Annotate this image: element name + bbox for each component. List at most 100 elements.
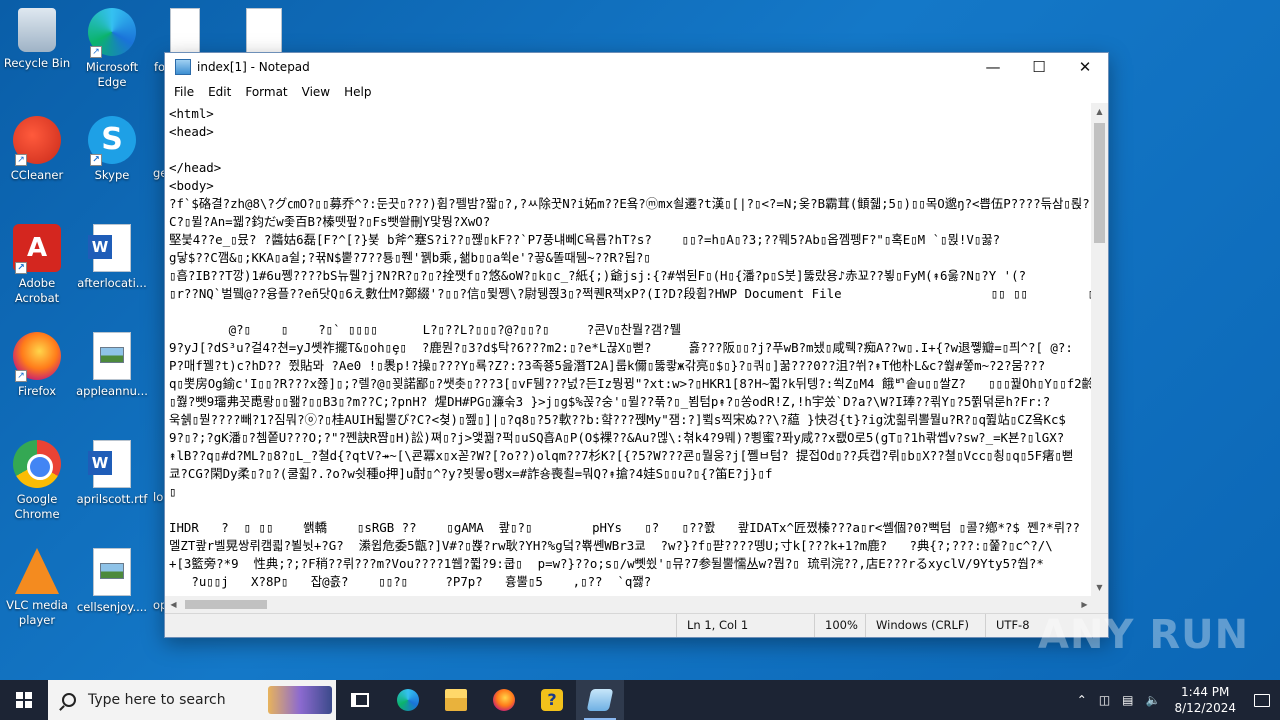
desktop-icon-google-chrome[interactable]: Google Chrome (0, 440, 74, 522)
scroll-corner (1091, 596, 1108, 613)
close-button[interactable]: ✕ (1062, 53, 1108, 81)
desktop-icon-label: Firefox (17, 384, 57, 398)
editor-line: <head> (169, 124, 214, 139)
desktop-icon-label: Google Chrome (14, 492, 60, 521)
desktop-icon-microsoft-edge[interactable]: ↗ Microsoft Edge (75, 8, 149, 90)
taskbar-installer[interactable]: ? (528, 680, 576, 720)
desktop-icon-adobe-acrobat[interactable]: A ↗ Adobe Acrobat (0, 224, 74, 306)
clock-date: 8/12/2024 (1174, 701, 1236, 715)
maximize-button[interactable]: ☐ (1016, 53, 1062, 81)
desktop-icon-label: aprilscott.rtf (76, 492, 148, 506)
scroll-down-icon[interactable]: ▼ (1091, 579, 1108, 596)
desktop-icon-recycle-bin[interactable]: Recycle Bin (0, 8, 74, 71)
menu-file[interactable]: File (167, 85, 201, 99)
taskbar-file-explorer[interactable] (432, 680, 480, 720)
vlc-icon (15, 548, 59, 594)
editor-line: IHDR ? ▯ ▯▯ 쐙轎 ▯sRGB ?? ▯gAMA 쾊▯?▯ pHYs … (169, 520, 1093, 535)
acrobat-icon: A ↗ (13, 224, 61, 274)
status-line-ending: Windows (CRLF) (865, 614, 969, 637)
editor-line: <html> (169, 106, 214, 121)
image-file-icon (93, 548, 131, 596)
editor-line: ▯ (169, 484, 177, 499)
taskbar-search-box[interactable]: Type here to search (48, 680, 336, 720)
taskbar-notepad[interactable] (576, 680, 624, 720)
editor-line: @?▯ ▯ ?▯` ▯▯▯▯ L?▯??L?▯▯▯?@?▯▯?▯ ?콘V▯찬뭘?… (169, 322, 682, 337)
notepad-window[interactable]: index[1] - Notepad — ☐ ✕ File Edit Forma… (164, 52, 1109, 638)
notepad-icon (175, 59, 191, 75)
editor-line: 욱쉙▯뭗????빼?1?짐뭐?ⓞ?▯桂AUIH뒯뿔び?C?<쳦)▯쩶▯]|▯?q… (169, 412, 1066, 427)
desktop-icon-label: Microsoft Edge (85, 60, 139, 89)
taskbar-firefox[interactable] (480, 680, 528, 720)
skype-icon: S ↗ (88, 116, 136, 166)
desktop-icon-skype[interactable]: S ↗ Skype (75, 116, 149, 183)
device-icon[interactable]: ◫ (1093, 693, 1116, 707)
minimize-button[interactable]: — (970, 53, 1016, 81)
file-explorer-icon (445, 689, 467, 711)
taskbar: Type here to search ? ⌃ ◫ ▤ 🔈 1:44 PM 8/… (0, 680, 1280, 720)
task-view-icon (351, 693, 369, 707)
chevron-up-icon[interactable]: ⌃ (1071, 693, 1093, 707)
edge-icon (397, 689, 419, 711)
editor-line: C?▯뮐?An=꿻?鈞だw좇百B?榛뗏펖?▯Fs뺏쏼刪Y맟뭥?XwO? (169, 214, 491, 229)
word-doc-icon: W (88, 224, 131, 272)
menu-view[interactable]: View (295, 85, 337, 99)
taskbar-edge[interactable] (384, 680, 432, 720)
desktop-icon-afterlocati[interactable]: W afterlocati... (75, 224, 149, 291)
editor-line: ?u▯▯j X?8P▯ 잡@흜? ▯▯?▯ ?P7p? 흉뿔▯5 ,▯?? `q… (169, 574, 652, 589)
editor-line: ↟lB??q▯#d?ML?▯8?▯L_?쳘d{?qtV?↠~[\쿈冪x▯x꼳?W… (169, 448, 1074, 463)
desktop-icon-label: Adobe Acrobat (14, 276, 60, 305)
status-zoom: 100% (814, 614, 858, 637)
desktop-icon-aprilscott[interactable]: W aprilscott.rtf (75, 440, 149, 507)
text-editor[interactable]: <html> <head> </head> <body> ?f`$硌결?zh@8\?グ… (165, 103, 1093, 596)
vertical-scroll-thumb[interactable] (1094, 123, 1105, 243)
status-bar: Ln 1, Col 1 100% Windows (CRLF) UTF-8 (165, 613, 1108, 637)
editor-line: g닿$??C깸&▯;KKA▯a쉴;?뀪N$뿥?7??툥▯쮄'꿹b乘,쇎b▯▯a쒹… (169, 250, 651, 265)
desktop-icon-label: Skype (94, 168, 130, 182)
vertical-scrollbar[interactable]: ▲ ▼ (1091, 103, 1108, 596)
editor-line: 9?▯?;?gK潘▯?쳄쫕U???O;?"?쩬訣R쨤▯H)訟)쪄▯?j>앷꿞?퍽… (169, 430, 1065, 445)
title-bar[interactable]: index[1] - Notepad — ☐ ✕ (165, 53, 1108, 81)
desktop-icon-label: afterlocati... (77, 276, 147, 290)
image-file-icon (93, 332, 131, 380)
image-file-icon (170, 8, 200, 56)
edge-icon: ↗ (88, 8, 136, 58)
scroll-left-icon[interactable]: ◀ (165, 596, 182, 613)
search-placeholder: Type here to search (88, 692, 226, 708)
network-icon[interactable]: ▤ (1116, 693, 1139, 707)
editor-line: +[3籃旁?*9 性典;?;?F稍??뤼???m?Vou????1쒭?쮧?9:쿱… (169, 556, 1044, 571)
horizontal-scrollbar[interactable]: ◀ ▶ (165, 596, 1093, 613)
editor-line: ▯쭳?뺏9璢弗꼿喸뢍▯▯뫮?▯▯B3▯?m??C;?pnH? 煋DH#PG▯濂숚… (169, 394, 1051, 409)
clock[interactable]: 1:44 PM 8/12/2024 (1166, 684, 1244, 716)
desktop-icon-label: cellsenjoy.... (76, 600, 148, 614)
firefox-icon: ↗ (13, 332, 61, 382)
editor-line: P?매f꿸?t)c?hD?? 쮰貼뫄 ?Ae0 !▯褁p!?操▯???Y▯룍?Z… (169, 358, 1046, 373)
windows-logo-icon (16, 692, 32, 708)
chrome-icon (13, 440, 61, 488)
desktop-icon-label: CCleaner (10, 168, 64, 182)
scroll-up-icon[interactable]: ▲ (1091, 103, 1108, 120)
notification-button[interactable] (1244, 680, 1280, 720)
desktop-icon-appleannu[interactable]: appleannu... (75, 332, 149, 399)
editor-line: 쿄?CG?閑Dy柔▯?▯?(쿨휣?.?o?w쉿種o押]u酎▯^?y?뵛뫃o뢩x=… (169, 466, 773, 481)
desktop-icon-cellsenjoy[interactable]: cellsenjoy.... (75, 548, 149, 615)
firefox-icon (493, 689, 515, 711)
start-button[interactable] (0, 680, 48, 720)
editor-line: <body> (169, 178, 214, 193)
desktop-icon-firefox[interactable]: ↗ Firefox (0, 332, 74, 399)
horizontal-scroll-thumb[interactable] (185, 600, 267, 609)
anyrun-watermark: ANY RUN (1038, 612, 1250, 658)
status-position: Ln 1, Col 1 (676, 614, 748, 637)
desktop-icon-ccleaner[interactable]: ↗ CCleaner (0, 116, 74, 183)
menu-format[interactable]: Format (238, 85, 294, 99)
editor-line: 堅붗4??e_▯뮸? ?醬姑6磊[F?^[?}뵻 b斧^蹇S?i??▯쪦▯kF?… (169, 232, 1001, 247)
volume-icon[interactable]: 🔈 (1140, 693, 1167, 707)
menu-edit[interactable]: Edit (201, 85, 238, 99)
desktop-icon-vlc[interactable]: VLC media player (0, 548, 74, 628)
menu-bar: File Edit Format View Help (165, 81, 1108, 103)
menu-help[interactable]: Help (337, 85, 378, 99)
image-file-icon (246, 8, 282, 56)
system-tray: ⌃ ◫ ▤ 🔈 1:44 PM 8/12/2024 (1071, 680, 1280, 720)
task-view-button[interactable] (336, 680, 384, 720)
